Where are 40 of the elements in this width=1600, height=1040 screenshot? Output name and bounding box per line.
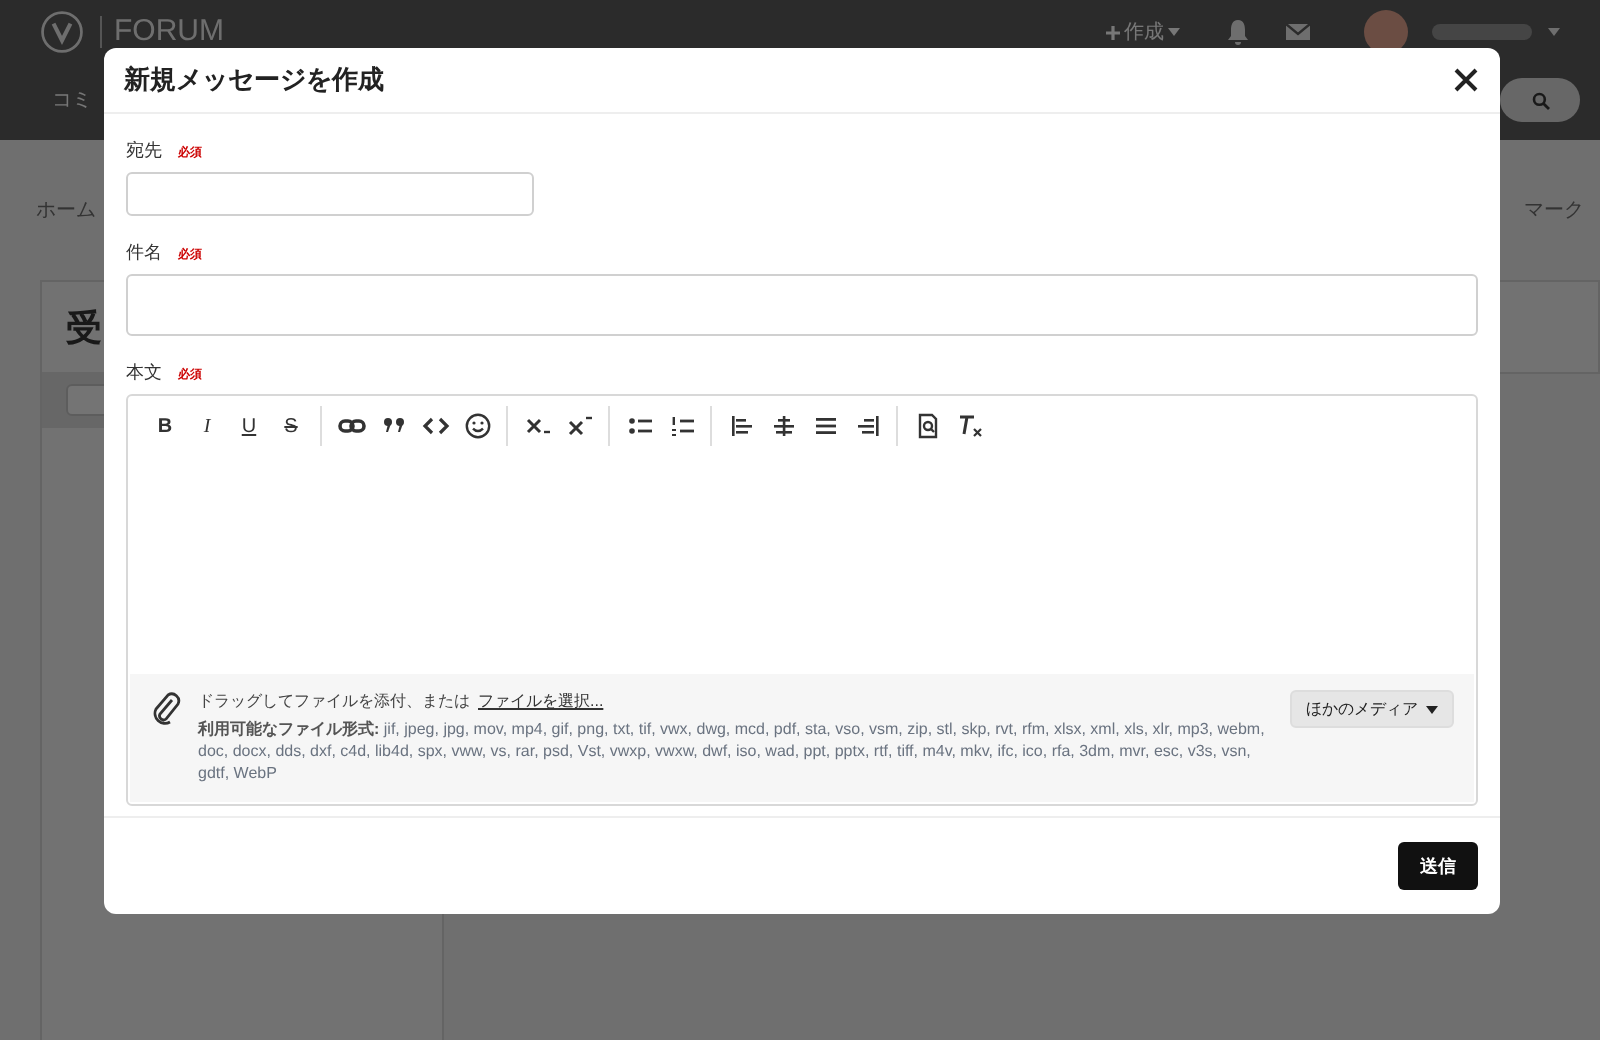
close-icon[interactable]: [1452, 66, 1480, 94]
dialog-title: 新規メッセージを作成: [124, 62, 386, 98]
input-field[interactable]: [126, 274, 1478, 336]
preview-icon[interactable]: [913, 412, 941, 440]
align-center-icon[interactable]: [769, 412, 797, 440]
justify-icon[interactable]: [811, 412, 839, 440]
input-field[interactable]: [126, 172, 534, 216]
field-label: 宛先: [126, 138, 162, 164]
drop-zone[interactable]: [130, 674, 1474, 802]
caret-icon: [1426, 705, 1438, 713]
card-title: 受: [66, 305, 102, 351]
superscript-icon[interactable]: [565, 412, 593, 440]
plus-icon: [1106, 25, 1120, 39]
field-label: 件名: [126, 240, 162, 266]
caret-icon: [1168, 28, 1180, 36]
paperclip-icon: [150, 690, 182, 726]
caret-icon: [1548, 28, 1560, 36]
code-icon[interactable]: [421, 412, 449, 440]
logo-icon[interactable]: [40, 10, 84, 54]
bullet-list-icon[interactable]: [625, 412, 653, 440]
search-button[interactable]: [1500, 78, 1580, 122]
numbered-list-icon[interactable]: [667, 412, 695, 440]
send-button[interactable]: 送信: [1398, 842, 1478, 890]
align-left-icon[interactable]: [727, 412, 755, 440]
underline-button[interactable]: U: [228, 406, 270, 446]
bold-button[interactable]: B: [144, 406, 186, 446]
media-button[interactable]: ほかのメディア: [1290, 690, 1454, 728]
field-label: 本文: [126, 360, 162, 386]
mail-icon[interactable]: [1284, 18, 1312, 46]
clear-format-icon[interactable]: [955, 412, 983, 440]
bell-icon[interactable]: [1224, 18, 1252, 46]
search-icon: [1531, 91, 1549, 109]
browse-link[interactable]: ファイルを選択...: [478, 690, 604, 712]
redacted-name-bar: [1432, 24, 1532, 40]
emoji-icon[interactable]: [463, 412, 491, 440]
align-right-icon[interactable]: [853, 412, 881, 440]
drop-hint: ドラッグしてファイルを添付、または: [198, 690, 470, 712]
italic-button[interactable]: I: [186, 406, 228, 446]
file-formats-text: 利用可能なファイル形式: jif, jpeg, jpg, mov, mp4, gif, png, txt, tif, vwx, dwg, mcd, pdf, sta, vso, vsm, zip, stl, skp, rvt, rfm, xlsx, xml, xls, xlr, mp3, webm, doc, docx, dds, dxf, c4d, lib4d, spx, vww, vs, rar, psd, Vst, vwxp, vwxw, dwf, iso, wad, ppt, pptx, rtf, tiff, m4v, mkv, ifc, ico, rfa, 3dm, mvr, esc, v3s, vsn, gdtf, WebP: [198, 718, 1267, 784]
strike-button[interactable]: S: [270, 406, 312, 446]
